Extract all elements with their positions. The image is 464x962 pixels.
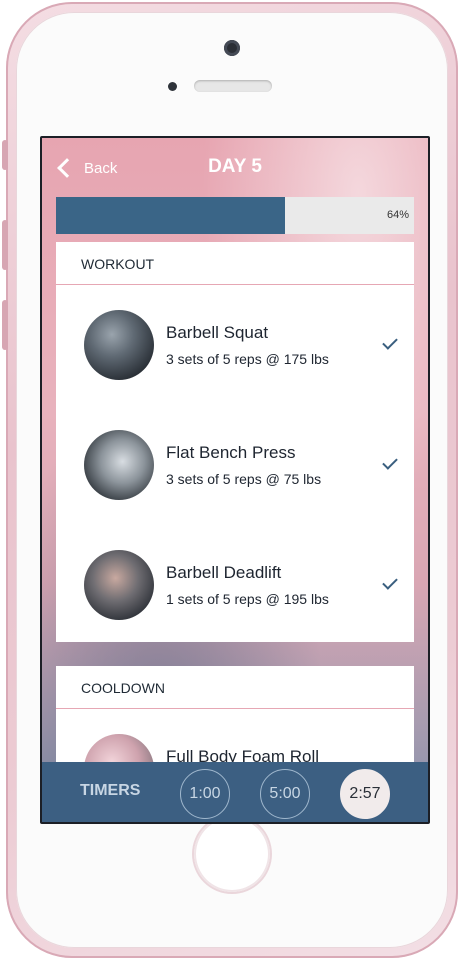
progress-label: 64%	[386, 209, 409, 221]
screen: Back DAY 5 64% WORKOUT Barbell Squat 3 s…	[40, 136, 430, 824]
app-background: Back DAY 5 64% WORKOUT Barbell Squat 3 s…	[42, 138, 428, 822]
cooldown-header: COOLDOWN	[56, 666, 414, 709]
exercise-name: Barbell Squat	[166, 323, 269, 342]
exercise-detail: 3 sets of 5 reps @ 75 lbs	[166, 471, 322, 487]
deadlift-photo	[84, 550, 154, 620]
timer-bar: TIMERS 1:00 5:00 2:57	[42, 762, 428, 822]
progress-bar: 64%	[56, 197, 414, 234]
exercise-name: Flat Bench Press	[166, 443, 296, 462]
bench-press-photo	[84, 430, 154, 500]
volume-up-button	[2, 220, 8, 270]
proximity-sensor	[168, 82, 177, 91]
timer-active-button[interactable]: 2:57	[340, 769, 390, 819]
exercise-row-barbell-deadlift[interactable]: Barbell Deadlift 1 sets of 5 reps @ 195 …	[56, 525, 414, 645]
checkmark-icon	[382, 574, 398, 590]
progress-fill	[56, 197, 286, 234]
front-camera	[224, 40, 240, 56]
exercise-detail: 1 sets of 5 reps @ 195 lbs	[166, 591, 329, 607]
navigation-bar: Back DAY 5	[42, 138, 428, 196]
workout-section: WORKOUT Barbell Squat 3 sets of 5 reps @…	[56, 242, 414, 642]
volume-down-button	[2, 300, 8, 350]
exercise-detail: 3 sets of 5 reps @ 175 lbs	[166, 351, 329, 367]
mute-switch	[2, 140, 8, 170]
exercise-row-flat-bench-press[interactable]: Flat Bench Press 3 sets of 5 reps @ 75 l…	[56, 405, 414, 525]
page-title: DAY 5	[208, 156, 262, 177]
barbell-squat-photo	[84, 310, 154, 380]
checkmark-icon	[382, 334, 398, 350]
checkmark-icon	[382, 454, 398, 470]
earpiece-speaker	[194, 80, 272, 92]
home-button[interactable]	[194, 816, 270, 892]
timer-5-00-button[interactable]: 5:00	[260, 769, 310, 819]
exercise-row-barbell-squat[interactable]: Barbell Squat 3 sets of 5 reps @ 175 lbs	[56, 285, 414, 405]
workout-header: WORKOUT	[56, 242, 414, 285]
timer-1-00-button[interactable]: 1:00	[180, 769, 230, 819]
timers-label: TIMERS	[80, 782, 141, 799]
exercise-name: Barbell Deadlift	[166, 563, 282, 582]
